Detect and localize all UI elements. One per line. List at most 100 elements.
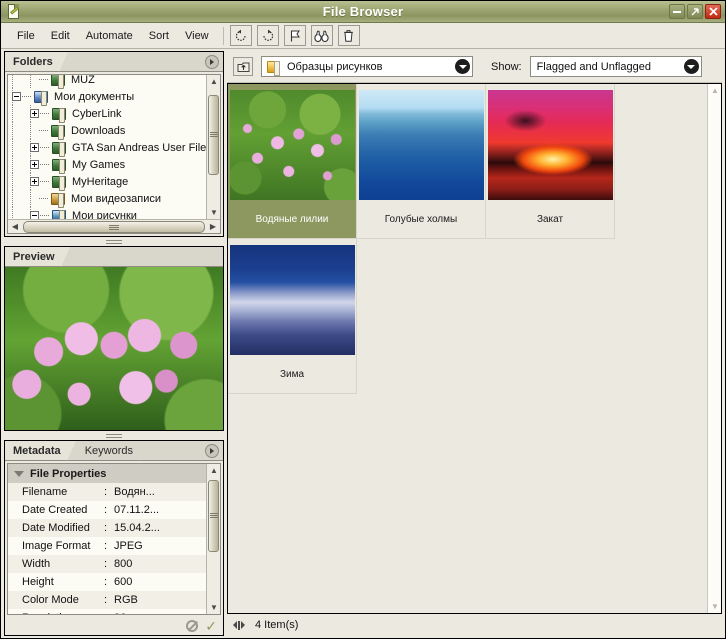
- thumbs-scroll-up-icon[interactable]: ▲: [708, 84, 721, 97]
- rotate-left-icon[interactable]: [229, 25, 252, 46]
- close-button[interactable]: [705, 4, 721, 19]
- thumbnail-item[interactable]: Голубые холмы: [357, 84, 486, 239]
- expand-node-icon[interactable]: [30, 109, 39, 118]
- chevron-down-icon[interactable]: [455, 59, 470, 74]
- folder-tree-item[interactable]: Мои видеозаписи: [8, 190, 206, 208]
- metadata-row[interactable]: Image Format: JPEG: [8, 537, 206, 555]
- rotate-right-icon[interactable]: [256, 25, 279, 46]
- preview-metadata-splitter[interactable]: [4, 431, 224, 440]
- tree-connector: [40, 181, 49, 182]
- folders-preview-splitter[interactable]: [4, 237, 224, 246]
- tree-indent: [8, 156, 31, 173]
- cancel-icon[interactable]: [186, 620, 199, 632]
- metadata-row[interactable]: Width:800: [8, 555, 206, 573]
- metadata-row[interactable]: Filename: Водян...: [8, 483, 206, 501]
- expand-node-icon[interactable]: [30, 160, 39, 169]
- folder-tree-item[interactable]: Мои документы: [8, 88, 206, 106]
- tree-indent: [8, 75, 31, 88]
- thumbnail-grid[interactable]: Водяные лилии Голубые холмы Закат Зима: [228, 84, 707, 613]
- tab-keywords[interactable]: Keywords: [76, 441, 149, 461]
- metadata-value: 15.04.2...: [114, 522, 160, 534]
- collapse-triangle-icon[interactable]: [14, 470, 24, 477]
- thumbnails-vscrollbar[interactable]: ▲ ▼: [707, 84, 721, 613]
- menu-view[interactable]: View: [177, 27, 217, 45]
- folder-tree-item[interactable]: Мои рисунки: [8, 207, 206, 219]
- thumbnail-item[interactable]: Водяные лилии: [228, 84, 357, 239]
- metadata-scroll-down-icon[interactable]: ▼: [207, 601, 220, 614]
- folder-tree-item-label: Мои документы: [54, 90, 135, 103]
- menu-file[interactable]: File: [9, 27, 43, 45]
- tree-indent: [8, 173, 31, 190]
- metadata-row[interactable]: Height:600: [8, 573, 206, 591]
- show-filter-dropdown[interactable]: Flagged and Unflagged: [529, 56, 702, 77]
- flag-icon[interactable]: [283, 25, 306, 46]
- menu-automate[interactable]: Automate: [78, 27, 141, 45]
- status-bar: 4 Item(s): [227, 614, 722, 636]
- left-panel-column: Folders MUZ Мои документы CyberLink Downloa…: [1, 49, 227, 638]
- thumbs-scroll-down-icon[interactable]: ▼: [708, 600, 721, 613]
- tab-folders[interactable]: Folders: [5, 52, 68, 72]
- scroll-left-arrow-icon[interactable]: ◀: [8, 220, 22, 233]
- scroll-right-arrow-icon[interactable]: ▶: [206, 220, 220, 233]
- folder-tree-item[interactable]: Downloads: [8, 122, 206, 140]
- thumbnail-item[interactable]: Зима: [228, 239, 357, 394]
- metadata-row[interactable]: Date Created:07.11.2...: [8, 501, 206, 519]
- tab-preview[interactable]: Preview: [5, 247, 70, 267]
- thumbnail-image[interactable]: [487, 90, 613, 200]
- thumbnail-image[interactable]: [358, 90, 484, 200]
- expand-node-icon[interactable]: [30, 143, 39, 152]
- folder-icon: [52, 141, 66, 157]
- thumbnail-label: Зима: [279, 368, 305, 380]
- thumbnail-item[interactable]: Закат: [486, 84, 615, 239]
- minimize-button[interactable]: [669, 4, 685, 19]
- metadata-row[interactable]: Resolution:96: [8, 609, 206, 614]
- trash-icon[interactable]: [337, 25, 360, 46]
- vscroll-thumb[interactable]: [208, 95, 219, 175]
- thumbnail-image[interactable]: [229, 245, 355, 355]
- metadata-vscrollbar[interactable]: ▲ ▼: [206, 464, 220, 614]
- metadata-row[interactable]: Color Mode: RGB: [8, 591, 206, 609]
- folder-tree-item[interactable]: My Games: [8, 156, 206, 174]
- folder-tree-item[interactable]: MyHeritage: [8, 173, 206, 191]
- tree-indent: [8, 190, 31, 207]
- folder-tree-item[interactable]: GTA San Andreas User File: [8, 139, 206, 157]
- apply-icon[interactable]: ✓: [205, 619, 217, 633]
- thumbnail-image[interactable]: [229, 90, 355, 200]
- folder-tree-item[interactable]: CyberLink: [8, 105, 206, 123]
- tab-preview-label: Preview: [13, 250, 55, 263]
- folder-tree-item[interactable]: MUZ: [8, 75, 206, 89]
- metadata-colon: :: [104, 612, 114, 614]
- search-icon[interactable]: [310, 25, 333, 46]
- menu-edit[interactable]: Edit: [43, 27, 78, 45]
- collapse-node-icon[interactable]: [12, 92, 21, 101]
- metadata-section-title: File Properties: [30, 467, 107, 480]
- resize-handle-icon[interactable]: [233, 620, 245, 630]
- maximize-button[interactable]: [687, 4, 703, 19]
- show-filter-value: Flagged and Unflagged: [536, 60, 651, 73]
- folder-tree-item-label: CyberLink: [72, 107, 122, 120]
- folders-panel-menu-icon[interactable]: [205, 55, 219, 69]
- folder-tree[interactable]: MUZ Мои документы CyberLink Downloads GTA Sa…: [8, 75, 206, 219]
- folder-icon: [52, 107, 66, 123]
- metadata-scroll-up-icon[interactable]: ▲: [207, 464, 220, 477]
- metadata-row[interactable]: Date Modified:15.04.2...: [8, 519, 206, 537]
- current-folder-dropdown[interactable]: Образцы рисунков: [261, 56, 473, 77]
- folder-tree-vscrollbar[interactable]: ▲ ▼: [206, 75, 220, 219]
- metadata-value: JPEG: [114, 540, 143, 552]
- metadata-vscroll-thumb[interactable]: [208, 480, 219, 552]
- up-one-level-icon[interactable]: [233, 57, 253, 76]
- folder-tree-hscrollbar[interactable]: ◀ ▶: [8, 219, 220, 233]
- title-bar: File Browser: [1, 1, 725, 23]
- expand-node-icon[interactable]: [30, 177, 39, 186]
- scroll-down-arrow-icon[interactable]: ▼: [207, 206, 220, 219]
- chevron-down-icon[interactable]: [683, 59, 699, 74]
- menu-sort[interactable]: Sort: [141, 27, 177, 45]
- tab-metadata[interactable]: Metadata: [5, 441, 76, 461]
- tree-connector: [40, 113, 49, 114]
- metadata-panel-menu-icon[interactable]: [205, 444, 219, 458]
- metadata-section-header[interactable]: File Properties: [8, 464, 206, 483]
- toolbar-separator: [222, 26, 224, 45]
- scroll-up-arrow-icon[interactable]: ▲: [207, 75, 220, 88]
- collapse-node-icon[interactable]: [30, 211, 39, 219]
- hscroll-thumb[interactable]: [23, 220, 205, 233]
